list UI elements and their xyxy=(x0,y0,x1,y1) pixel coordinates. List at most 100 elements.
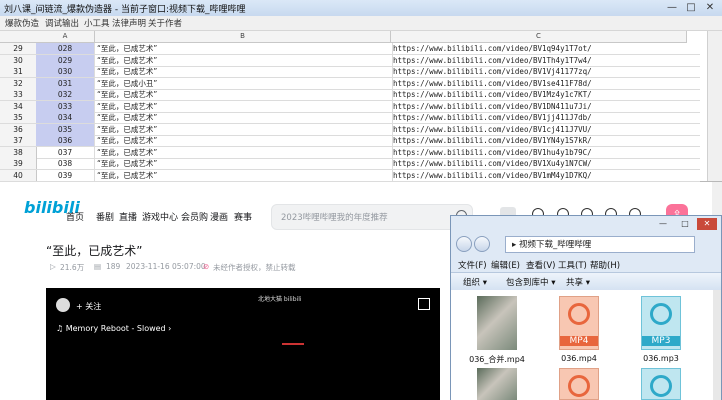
cell-c[interactable]: https://www.bilibili.com/video/BV1DN411u… xyxy=(391,101,688,112)
cell-c[interactable]: https://www.bilibili.com/video/BV1se411F… xyxy=(391,78,688,89)
follow-button[interactable]: + 关注 xyxy=(76,301,101,312)
cell-a[interactable]: 035 xyxy=(36,123,95,135)
explorer-menu-file[interactable]: 文件(F) xyxy=(458,259,487,271)
maximize-button[interactable]: □ xyxy=(683,1,699,14)
cell-a[interactable]: 028 xyxy=(36,43,95,54)
sheet-vertical-scrollbar[interactable] xyxy=(707,31,722,181)
table-row[interactable]: 30 029 “至此，已成艺术” https://www.bilibili.com/v… xyxy=(0,54,700,67)
nav-live[interactable]: 直播 xyxy=(119,210,137,223)
explorer-menu-edit[interactable]: 编辑(E) xyxy=(491,259,520,271)
file-item-merged-mp4[interactable]: 036_合并.mp4 xyxy=(465,296,529,366)
cell-b[interactable]: “至此，已成艺术” xyxy=(95,54,393,66)
nav-esports[interactable]: 赛事 xyxy=(234,210,252,223)
include-in-library-button[interactable]: 包含到库中 ▾ xyxy=(506,276,555,288)
nav-manga[interactable]: 漫画 xyxy=(210,210,228,223)
table-row[interactable]: 33 032 “至此，已成艺术” https://www.bilibili.com/v… xyxy=(0,89,700,101)
file-item-mp4-2[interactable] xyxy=(547,368,611,400)
table-row[interactable]: 36 035 “至此，已成艺术” https://www.bilibili.com/v… xyxy=(0,123,700,136)
forward-button[interactable] xyxy=(474,236,490,252)
cell-a[interactable]: 038 xyxy=(36,158,95,169)
cell-a[interactable]: 036 xyxy=(36,135,95,146)
video-player[interactable]: + 关注 ♫ Memory Reboot - Slowed › 北地大猫 bil… xyxy=(46,288,440,400)
explorer-scrollbar[interactable] xyxy=(713,290,721,400)
row-number[interactable]: 38 xyxy=(0,146,37,158)
table-row[interactable]: 37 036 “至此，已成艺术” https://www.bilibili.com/v… xyxy=(0,135,700,147)
back-button[interactable] xyxy=(456,236,472,252)
cell-a[interactable]: 031 xyxy=(36,77,95,89)
cell-b[interactable]: “至此，已成艺术” xyxy=(95,135,393,146)
row-number[interactable]: 40 xyxy=(0,169,37,181)
file-item-mp3-2[interactable] xyxy=(629,368,693,400)
cell-b[interactable]: “至此，已成艺术” xyxy=(95,158,393,169)
cell-a[interactable]: 037 xyxy=(36,146,95,158)
file-item-video-2[interactable] xyxy=(465,368,529,400)
cell-b[interactable]: “至此，已成艺术” xyxy=(95,169,393,181)
cell-a[interactable]: 039 xyxy=(36,169,95,181)
cell-b[interactable]: “至此，已成小丑” xyxy=(95,77,393,89)
row-number[interactable]: 31 xyxy=(0,66,37,77)
cell-a[interactable]: 033 xyxy=(36,100,95,112)
explorer-menu-view[interactable]: 查看(V) xyxy=(526,259,555,271)
share-button[interactable]: 共享 ▾ xyxy=(566,276,590,288)
cell-c[interactable]: https://www.bilibili.com/video/BV1Vj4117… xyxy=(391,66,688,77)
cell-c[interactable]: https://www.bilibili.com/video/BV1q94y1T… xyxy=(391,43,688,54)
cell-a[interactable]: 029 xyxy=(36,54,95,66)
cell-c[interactable]: https://www.bilibili.com/video/BV1Th4y1T… xyxy=(391,55,688,66)
nav-membership[interactable]: 会员购 xyxy=(181,210,208,223)
explorer-menu-help[interactable]: 帮助(H) xyxy=(590,259,620,271)
explorer-close[interactable]: ✕ xyxy=(697,218,717,230)
cell-a[interactable]: 030 xyxy=(36,66,95,77)
cell-b[interactable]: “至此，已成艺术” xyxy=(95,43,393,54)
table-row[interactable]: 39 038 “至此，已成艺术” https://www.bilibili.com/v… xyxy=(0,158,700,170)
table-row[interactable]: 34 033 “至此，已成艺术” https://www.bilibili.com/v… xyxy=(0,100,700,113)
explorer-menu-tools[interactable]: 工具(T) xyxy=(558,259,587,271)
menu-item-debug[interactable]: 调试输出 xyxy=(45,17,79,29)
file-item-mp3[interactable]: MP3 036.mp3 xyxy=(629,296,693,366)
cell-c[interactable]: https://www.bilibili.com/video/BV1cj411J… xyxy=(391,124,688,135)
column-header-c[interactable]: C xyxy=(391,31,687,43)
corner-header[interactable] xyxy=(0,31,37,43)
cell-c[interactable]: https://www.bilibili.com/video/BV1mM4y1D… xyxy=(391,170,688,181)
table-row[interactable]: 40 039 “至此，已成艺术” https://www.bilibili.com/v… xyxy=(0,169,700,182)
row-number[interactable]: 35 xyxy=(0,112,37,123)
cell-b[interactable]: “至此，已成艺术” xyxy=(95,123,393,135)
cell-c[interactable]: https://www.bilibili.com/video/BV1hu4y1b… xyxy=(391,147,688,158)
cell-a[interactable]: 034 xyxy=(36,112,95,123)
cell-c[interactable]: https://www.bilibili.com/video/BV1Mz4y1c… xyxy=(391,89,688,100)
row-number[interactable]: 29 xyxy=(0,43,37,54)
close-button[interactable]: ✕ xyxy=(702,1,718,14)
nav-anime[interactable]: 番剧 xyxy=(96,210,114,223)
file-item-mp4[interactable]: MP4 036.mp4 xyxy=(547,296,611,366)
share-icon[interactable] xyxy=(418,298,430,310)
table-row[interactable]: 29 028 “至此，已成艺术” https://www.bilibili.com/v… xyxy=(0,43,700,55)
cell-b[interactable]: “至此，已成艺术” xyxy=(95,146,393,158)
cell-c[interactable]: https://www.bilibili.com/video/BV1YN4y1S… xyxy=(391,135,688,146)
nav-game-center[interactable]: 游戏中心 xyxy=(142,210,178,223)
cell-b[interactable]: “至此，已成艺术” xyxy=(95,89,393,100)
table-row[interactable]: 31 030 “至此，已成艺术” https://www.bilibili.com/v… xyxy=(0,66,700,78)
row-number[interactable]: 33 xyxy=(0,89,37,100)
row-number[interactable]: 36 xyxy=(0,123,37,135)
menu-item-tools[interactable]: 小工具 xyxy=(84,17,110,29)
menu-item-fake[interactable]: 爆款伪造 xyxy=(5,17,39,29)
row-number[interactable]: 39 xyxy=(0,158,37,169)
cell-c[interactable]: https://www.bilibili.com/video/BV1jj411J… xyxy=(391,112,688,123)
table-row[interactable]: 38 037 “至此，已成艺术” https://www.bilibili.com/v… xyxy=(0,146,700,159)
column-header-b[interactable]: B xyxy=(95,31,391,43)
cell-b[interactable]: “至此，已成艺术” xyxy=(95,100,393,112)
uploader-avatar[interactable] xyxy=(56,298,70,312)
search-box[interactable]: 2023哔哩哔哩我的年度推荐 xyxy=(271,204,473,230)
menu-item-about[interactable]: 关于作者 xyxy=(148,17,182,29)
minimize-button[interactable]: — xyxy=(664,1,680,14)
nav-home[interactable]: 首页 xyxy=(66,210,84,223)
table-row[interactable]: 32 031 “至此，已成小丑” https://www.bilibili.com/v… xyxy=(0,77,700,90)
column-header-a[interactable]: A xyxy=(36,31,95,43)
row-number[interactable]: 34 xyxy=(0,100,37,112)
row-number[interactable]: 32 xyxy=(0,77,37,89)
cell-b[interactable]: “至此，已成艺术” xyxy=(95,66,393,77)
table-row[interactable]: 35 034 “至此，已成艺术” https://www.bilibili.com/v… xyxy=(0,112,700,124)
menu-item-legal[interactable]: 法律声明 xyxy=(112,17,146,29)
spreadsheet[interactable]: A B C 29 028 “至此，已成艺术” https://www.bilibili… xyxy=(0,31,722,182)
address-bar[interactable]: ▸ 视频下载_哔哩哔哩 xyxy=(505,236,695,253)
cell-a[interactable]: 032 xyxy=(36,89,95,100)
